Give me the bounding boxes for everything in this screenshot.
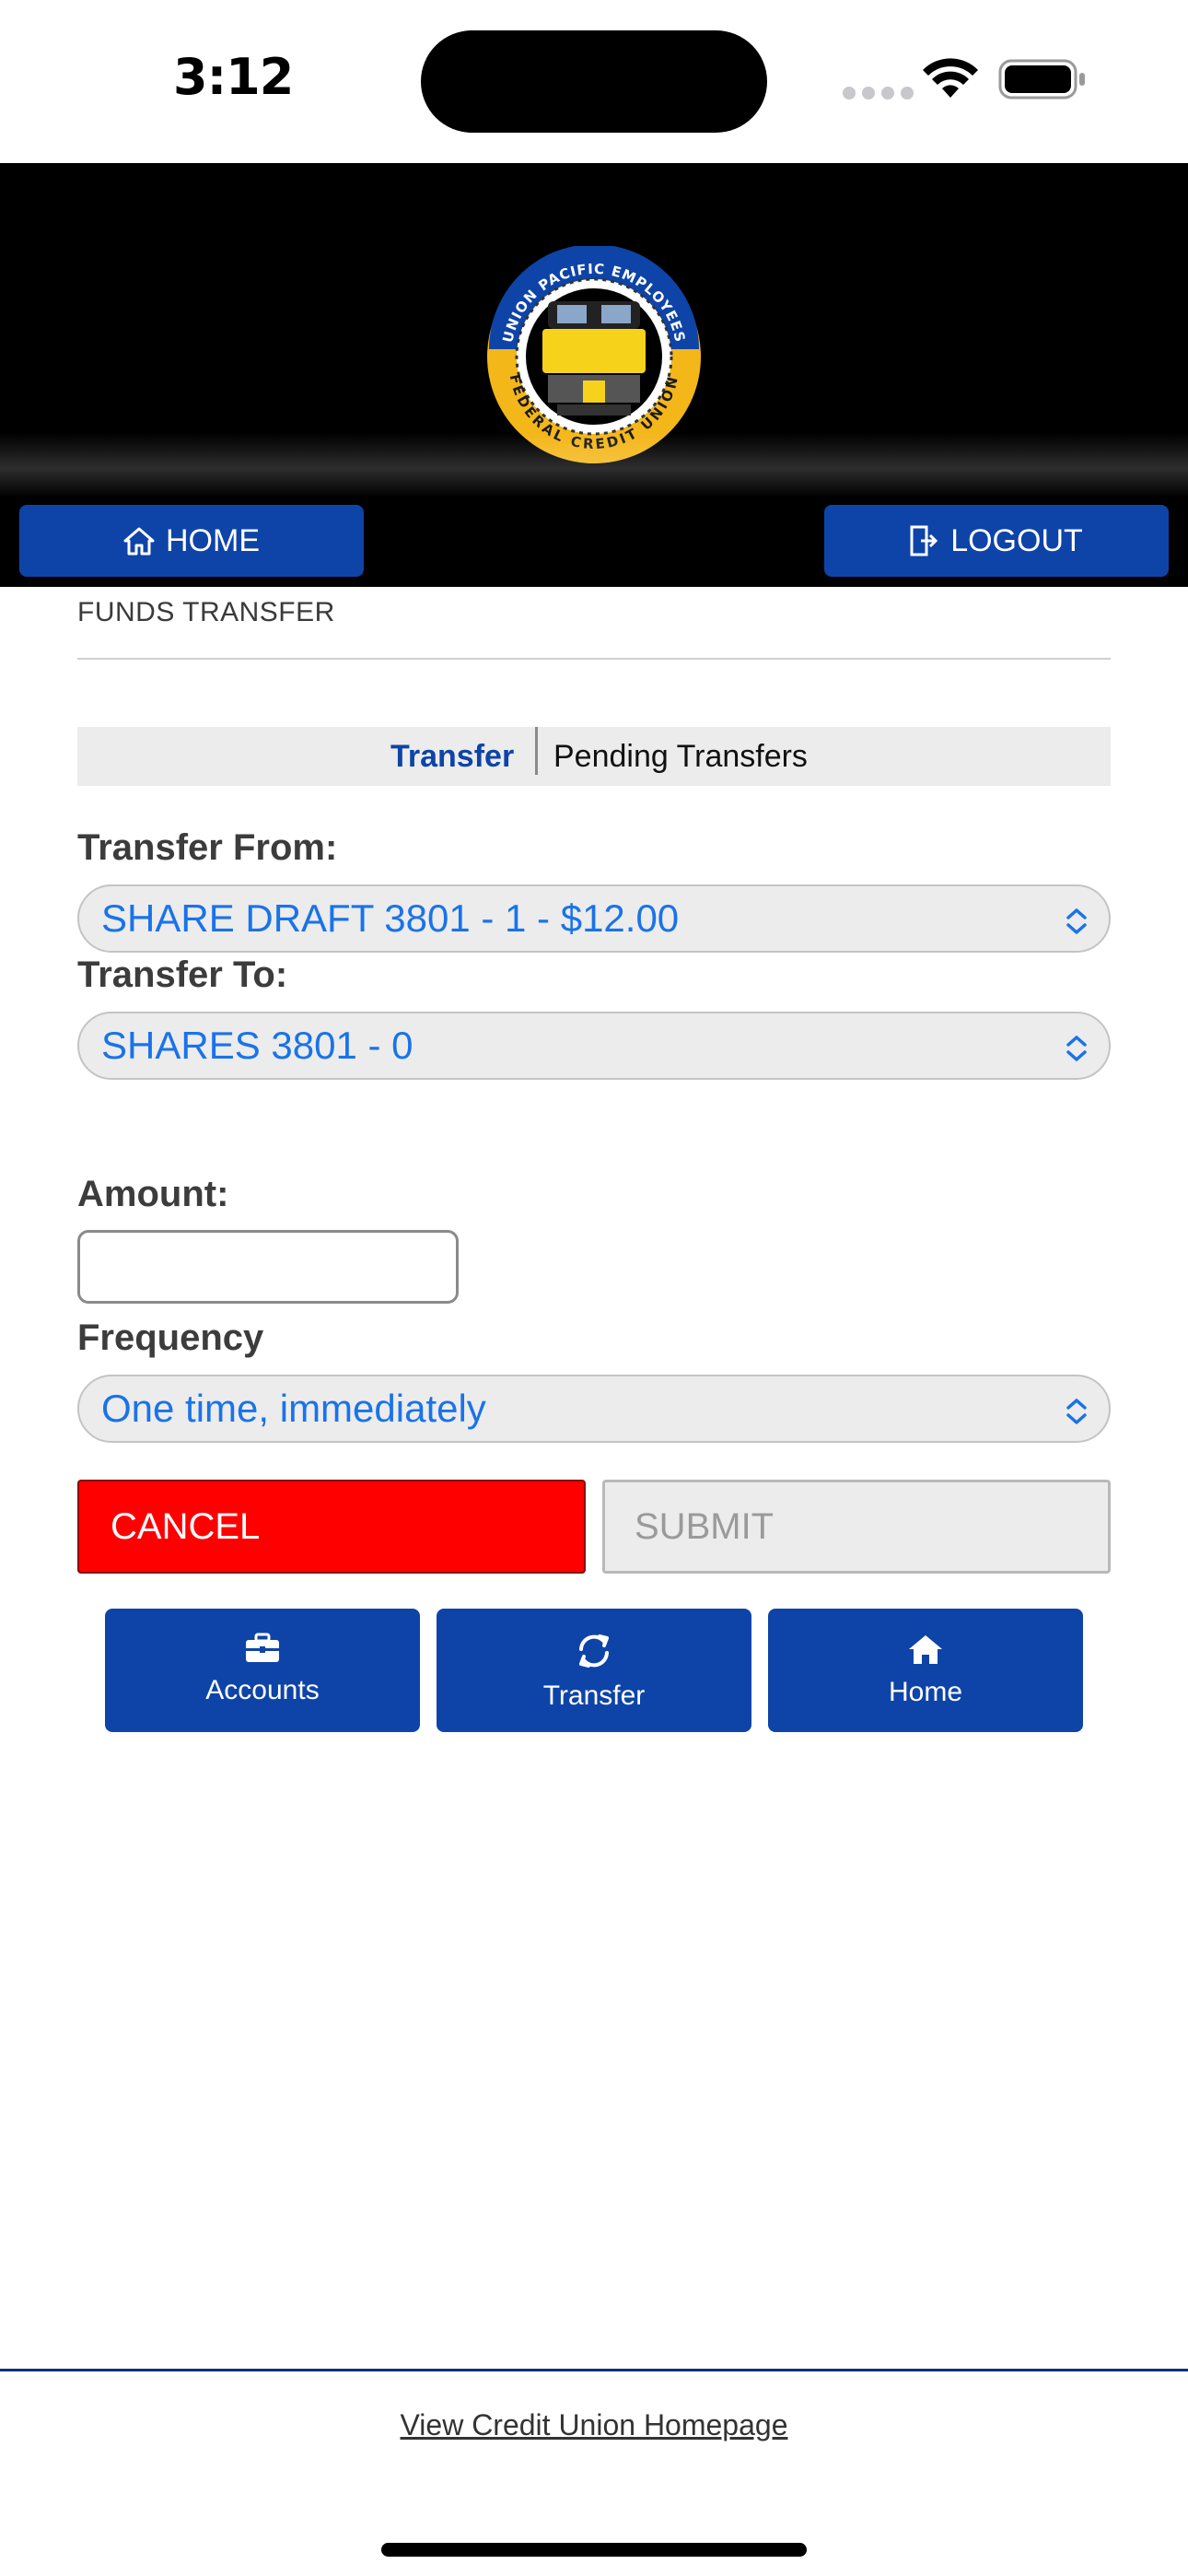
home-icon — [909, 1635, 942, 1664]
home-nav-button[interactable]: HOME — [19, 505, 364, 577]
frequency-value: One time, immediately — [101, 1387, 486, 1430]
transfer-from-select[interactable]: SHARE DRAFT 3801 - 1 - $12.00 — [77, 884, 1111, 953]
credit-union-logo: UNION PACIFIC EMPLOYEES FEDERAL CREDIT U… — [487, 246, 701, 463]
accounts-button-label: Accounts — [205, 1675, 320, 1705]
transfer-from-label: Transfer From: — [77, 827, 338, 868]
page-title: FUNDS TRANSFER — [77, 597, 335, 627]
transfer-to-label: Transfer To: — [77, 954, 288, 995]
status-time: 3:12 — [173, 48, 294, 106]
title-divider — [77, 658, 1111, 660]
footer-divider — [0, 2369, 1188, 2371]
transfer-from-value: SHARE DRAFT 3801 - 1 - $12.00 — [101, 896, 680, 940]
select-chevron-icon — [1066, 1399, 1087, 1424]
home-button-label: Home — [888, 1677, 963, 1707]
logout-label: LOGOUT — [950, 522, 1083, 558]
transfer-button-label: Transfer — [542, 1680, 646, 1711]
home-indicator[interactable] — [381, 2543, 807, 2557]
battery-icon — [998, 59, 1085, 100]
transfer-button[interactable]: Transfer — [437, 1609, 751, 1732]
home-button[interactable]: Home — [768, 1609, 1083, 1732]
wifi-icon — [923, 58, 978, 98]
home-nav-label: HOME — [166, 522, 260, 558]
status-bar: 3:12 — [0, 0, 1188, 163]
submit-button[interactable]: SUBMIT — [602, 1480, 1111, 1574]
tab-pending-transfers[interactable]: Pending Transfers — [553, 727, 808, 786]
transfer-tabs: Transfer Pending Transfers — [77, 727, 1111, 786]
amount-label: Amount: — [77, 1174, 229, 1214]
transfer-to-select[interactable]: SHARES 3801 - 0 — [77, 1012, 1111, 1080]
refresh-icon — [579, 1634, 609, 1668]
home-icon — [123, 527, 155, 556]
cellular-signal-icon — [843, 87, 914, 100]
accounts-button[interactable]: Accounts — [105, 1609, 420, 1732]
tab-transfer[interactable]: Transfer — [390, 727, 514, 786]
credit-union-homepage-link[interactable]: View Credit Union Homepage — [0, 2408, 1188, 2442]
briefcase-icon — [246, 1633, 279, 1662]
dynamic-island — [421, 30, 767, 133]
select-chevron-icon — [1066, 908, 1087, 934]
cancel-button[interactable]: CANCEL — [77, 1480, 586, 1574]
amount-input[interactable] — [77, 1230, 459, 1304]
frequency-label: Frequency — [77, 1317, 264, 1358]
logout-button[interactable]: LOGOUT — [824, 505, 1169, 577]
frequency-select[interactable]: One time, immediately — [77, 1375, 1111, 1443]
select-chevron-icon — [1066, 1036, 1087, 1061]
transfer-to-value: SHARES 3801 - 0 — [101, 1024, 413, 1067]
logout-icon — [910, 525, 938, 556]
tab-separator — [535, 727, 538, 775]
